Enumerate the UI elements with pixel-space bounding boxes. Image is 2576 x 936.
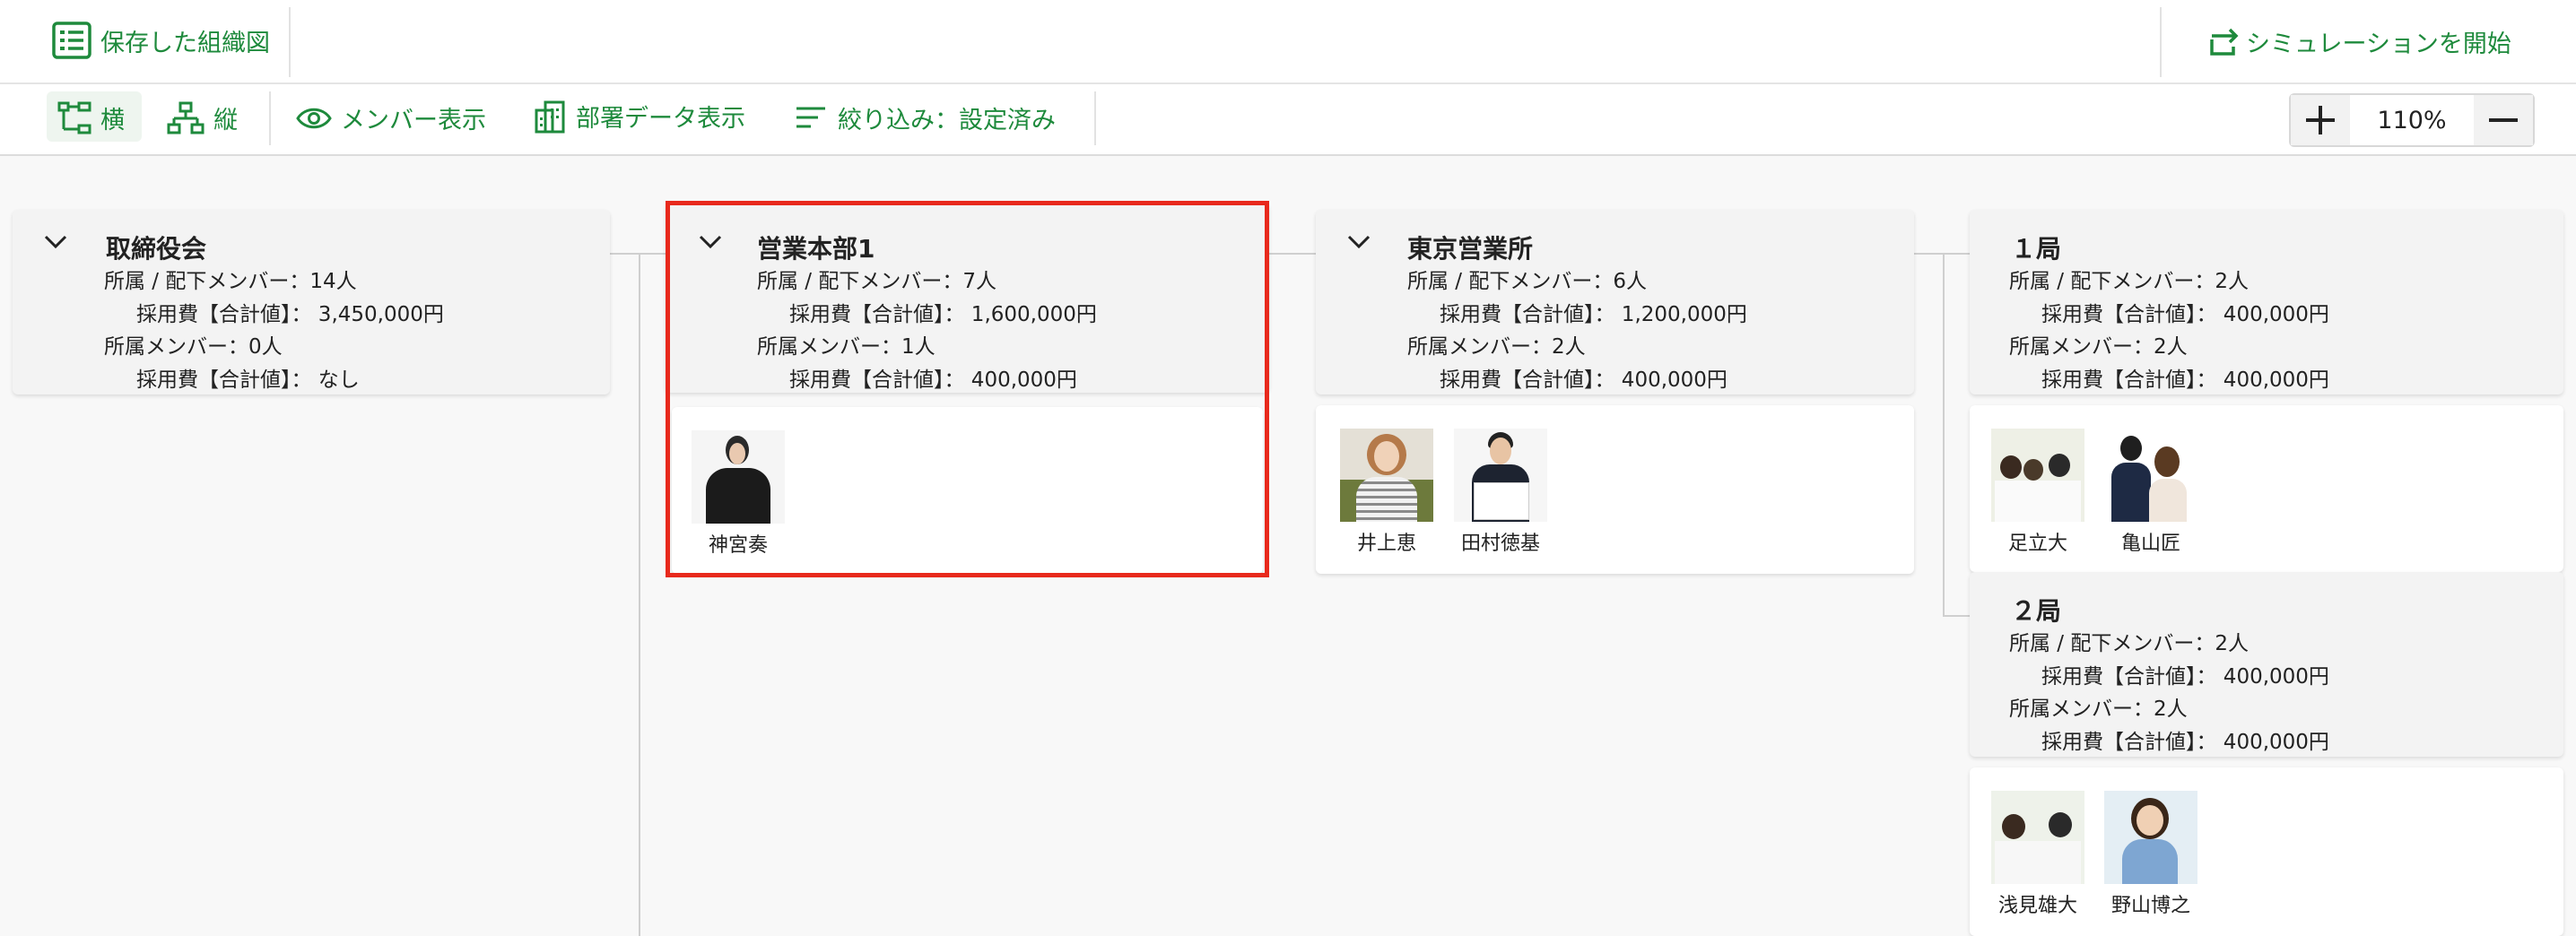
chevron-down-icon[interactable] (1345, 228, 1373, 256)
dept-direct-members: 所属メンバー：2人 (1407, 335, 1586, 359)
dept-name: 東京営業所 (1407, 234, 1534, 264)
dept-direct-cost: 採用費【合計値】： 400,000円 (2041, 368, 2329, 392)
connector-line (1943, 615, 1970, 617)
zoom-in-button[interactable] (2291, 95, 2350, 145)
dept-card-bureau2[interactable]: ２局 所属 / 配下メンバー：2人 採用費【合計値】： 400,000円 所属メ… (1970, 572, 2563, 757)
minus-icon (2489, 118, 2518, 122)
zoom-control: 110% (2289, 93, 2535, 147)
dept-name: ２局 (2011, 596, 2062, 626)
member-card[interactable]: 足立大 (1991, 429, 2084, 556)
dept-card-sales-hq1[interactable]: 営業本部1 所属 / 配下メンバー：7人 採用費【合計値】： 1,600,000… (666, 203, 1269, 393)
member-panel: 足立大 亀山匠 (1970, 405, 2563, 572)
dept-direct-members: 所属メンバー：2人 (2009, 698, 2188, 721)
dept-name: 取締役会 (106, 234, 207, 264)
divider (1094, 91, 1096, 145)
dept-card-tokyo-office[interactable]: 東京営業所 所属 / 配下メンバー：6人 採用費【合計値】： 1,200,000… (1316, 210, 1914, 394)
connector-line (639, 253, 640, 936)
view-toolbar: 横 縦 メンバー表示 部署データ表示 絞り込み：設定済み (0, 84, 2576, 156)
member-name: 井上恵 (1356, 533, 1416, 555)
member-card[interactable]: 亀山匠 (2104, 429, 2197, 556)
zoom-level: 110% (2377, 106, 2447, 134)
member-photo (1454, 429, 1547, 522)
dept-direct-cost: 採用費【合計値】： 400,000円 (1440, 368, 1727, 392)
vertical-layout-label: 縦 (213, 107, 238, 134)
dept-total-cost: 採用費【合計値】： 400,000円 (2041, 303, 2329, 326)
member-name: 神宮奏 (708, 534, 768, 557)
connector-line (1943, 253, 1945, 617)
saved-charts-label: 保存した組織図 (100, 29, 270, 57)
member-card[interactable]: 田村徳基 (1454, 429, 1547, 556)
dept-name: 営業本部1 (757, 234, 875, 264)
start-simulation-button[interactable]: シミュレーションを開始 (2206, 23, 2511, 59)
vertical-layout-icon (167, 101, 205, 134)
member-view-label: メンバー表示 (341, 107, 486, 134)
member-card[interactable]: 神宮奏 (692, 430, 785, 558)
chevron-down-icon[interactable] (41, 228, 70, 256)
dept-total-cost: 採用費【合計値】： 1,200,000円 (1440, 303, 1747, 326)
chevron-down-icon[interactable] (696, 228, 725, 256)
dept-total-cost: 採用費【合計値】： 1,600,000円 (789, 303, 1097, 326)
zoom-out-button[interactable] (2474, 95, 2533, 145)
divider (2160, 7, 2162, 77)
connector-line (1914, 253, 1970, 255)
member-view-button[interactable]: メンバー表示 (296, 100, 486, 135)
dept-total-members: 所属 / 配下メンバー：7人 (757, 270, 997, 293)
dept-total-cost: 採用費【合計値】： 400,000円 (2041, 665, 2329, 689)
dept-direct-cost: 採用費【合計値】： 400,000円 (2041, 731, 2329, 754)
member-panel: 井上恵 田村徳基 (1316, 405, 1914, 574)
member-name: 足立大 (2007, 533, 2067, 555)
org-chart-canvas[interactable]: 取締役会 所属 / 配下メンバー：14人 採用費【合計値】： 3,450,000… (0, 156, 2576, 936)
eye-icon (296, 108, 332, 128)
member-photo (1991, 791, 2084, 884)
member-name: 田村徳基 (1460, 533, 1540, 555)
dept-total-members: 所属 / 配下メンバー：14人 (104, 270, 357, 293)
dept-direct-members: 所属メンバー：2人 (2009, 335, 2188, 359)
dept-direct-members: 所属メンバー：1人 (757, 335, 936, 359)
horizontal-layout-label: 横 (100, 107, 125, 134)
dept-total-members: 所属 / 配下メンバー：6人 (1407, 270, 1648, 293)
member-card[interactable]: 井上恵 (1340, 429, 1433, 556)
member-photo (692, 430, 785, 524)
member-name: 野山博之 (2110, 895, 2190, 917)
member-panel: 神宮奏 (672, 407, 1263, 574)
vertical-layout-button[interactable]: 縦 (167, 100, 238, 135)
connector-line (1269, 253, 1316, 255)
divider (269, 91, 271, 145)
horizontal-layout-icon (57, 101, 91, 134)
member-name: 亀山匠 (2120, 533, 2180, 555)
simulation-icon (2210, 28, 2239, 56)
horizontal-layout-toggle[interactable]: 横 (57, 100, 125, 135)
top-bar: 保存した組織図 シミュレーションを開始 (0, 0, 2576, 84)
dept-data-button[interactable]: 部署データ表示 (533, 99, 745, 134)
start-simulation-label: シミュレーションを開始 (2246, 30, 2511, 58)
dept-direct-members: 所属メンバー：0人 (104, 335, 283, 359)
saved-list-icon (52, 22, 91, 59)
plus-icon (2306, 106, 2335, 134)
building-icon (535, 100, 565, 133)
dept-direct-cost: 採用費【合計値】： なし (136, 368, 360, 392)
member-card[interactable]: 浅見雄大 (1991, 791, 2084, 918)
dept-name: １局 (2011, 234, 2062, 264)
filter-button[interactable]: 絞り込み：設定済み (795, 100, 1056, 135)
member-card[interactable]: 野山博之 (2104, 791, 2197, 918)
filter-label: 絞り込み：設定済み (838, 107, 1056, 134)
member-panel: 浅見雄大 野山博之 (1970, 767, 2563, 936)
dept-direct-cost: 採用費【合計値】： 400,000円 (789, 368, 1077, 392)
member-name: 浅見雄大 (1997, 895, 2077, 917)
dept-total-members: 所属 / 配下メンバー：2人 (2009, 270, 2250, 293)
dept-total-cost: 採用費【合計値】： 3,450,000円 (136, 303, 444, 326)
member-photo (1340, 429, 1433, 522)
saved-charts-button[interactable]: 保存した組織図 (52, 22, 270, 59)
member-photo (1991, 429, 2084, 522)
divider (289, 7, 291, 77)
dept-card-board[interactable]: 取締役会 所属 / 配下メンバー：14人 採用費【合計値】： 3,450,000… (13, 210, 610, 394)
member-photo (2104, 791, 2197, 884)
connector-line (610, 253, 666, 255)
dept-total-members: 所属 / 配下メンバー：2人 (2009, 632, 2250, 655)
member-photo (2104, 429, 2197, 522)
dept-card-bureau1[interactable]: １局 所属 / 配下メンバー：2人 採用費【合計値】： 400,000円 所属メ… (1970, 210, 2563, 394)
filter-icon (796, 107, 825, 127)
dept-data-label: 部署データ表示 (576, 105, 745, 133)
